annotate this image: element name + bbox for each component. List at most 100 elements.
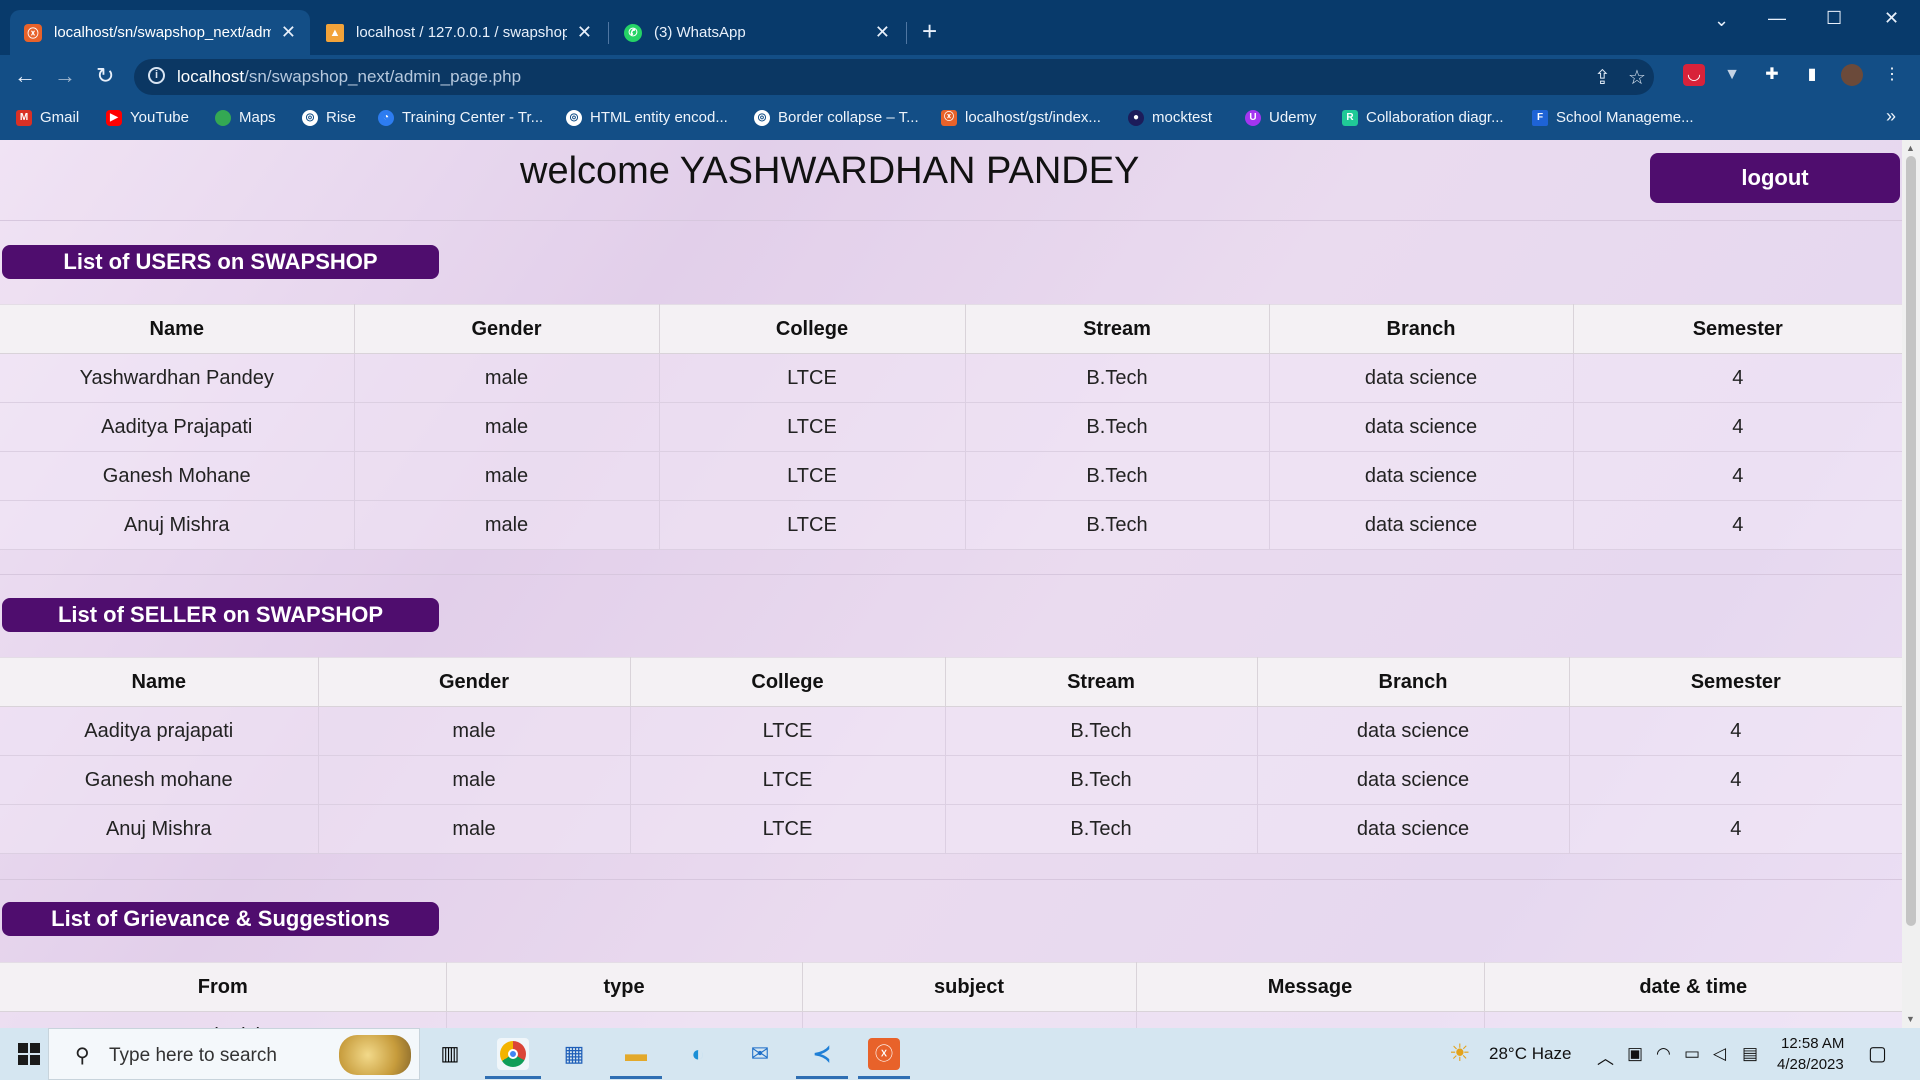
bookmark-maps[interactable]: Maps bbox=[215, 109, 276, 126]
users-section-title: List of USERS on SWAPSHOP bbox=[2, 245, 439, 279]
cell-gender: male bbox=[354, 402, 660, 452]
tab-admin-page[interactable]: ⓧ localhost/sn/swapshop_next/admi ✕ bbox=[10, 10, 310, 55]
edge-icon[interactable]: ◐ bbox=[682, 1038, 714, 1070]
side-panel-icon[interactable]: ▮ bbox=[1801, 64, 1823, 86]
column-header-gender: Gender bbox=[318, 657, 631, 707]
site-info-icon[interactable]: i bbox=[148, 67, 165, 84]
bookmark-star-icon[interactable]: ☆ bbox=[1628, 65, 1646, 90]
training-center-icon: ◔ bbox=[378, 109, 394, 126]
cell-date-time bbox=[1484, 1011, 1902, 1028]
bookmarks-overflow-icon[interactable]: » bbox=[1886, 106, 1896, 127]
tab-whatsapp[interactable]: ✆ (3) WhatsApp ✕ bbox=[610, 10, 904, 55]
logout-button[interactable]: logout bbox=[1650, 153, 1900, 203]
profile-avatar[interactable] bbox=[1841, 64, 1863, 86]
microsoft-store-icon[interactable]: ▦ bbox=[558, 1038, 590, 1070]
extensions-puzzle-icon[interactable]: ✚ bbox=[1761, 64, 1783, 86]
url-host: localhost bbox=[177, 67, 245, 86]
xampp-icon: ⓧ bbox=[941, 109, 957, 126]
tab-separator bbox=[906, 22, 907, 44]
weather-haze-icon[interactable]: ☀ bbox=[1449, 1039, 1471, 1068]
admin-page: welcome YASHWARDHAN PANDEY logout List o… bbox=[0, 140, 1902, 1028]
close-tab-icon[interactable]: ✕ bbox=[875, 22, 890, 43]
search-placeholder: Type here to search bbox=[109, 1045, 277, 1066]
tray-chevron-up-icon[interactable]: ︿ bbox=[1597, 1044, 1614, 1069]
file-explorer-icon[interactable]: ▬ bbox=[620, 1038, 652, 1070]
bookmark-localhost-gst[interactable]: ⓧ localhost/gst/index... bbox=[941, 109, 1101, 126]
section-divider bbox=[0, 879, 1902, 880]
reload-icon[interactable]: ↻ bbox=[96, 63, 114, 89]
notifications-icon[interactable]: ▢ bbox=[1868, 1041, 1887, 1066]
cell-subject bbox=[802, 1011, 1137, 1028]
weather-text[interactable]: 28°C Haze bbox=[1489, 1044, 1571, 1064]
bookmark-training-center[interactable]: ◔ Training Center - Tr... bbox=[378, 109, 543, 126]
vue-extension-icon[interactable]: ▼ bbox=[1721, 64, 1743, 86]
column-header-semester: Semester bbox=[1573, 304, 1902, 354]
cell-gender: male bbox=[354, 451, 660, 501]
mocktest-icon: ● bbox=[1128, 109, 1144, 126]
tab-search-chevron-icon[interactable]: ⌄ bbox=[1714, 10, 1729, 31]
cell-name: Yashwardhan Pandey bbox=[0, 353, 355, 403]
chrome-taskbar-icon[interactable] bbox=[497, 1038, 529, 1070]
bookmark-html-entity[interactable]: ◎ HTML entity encod... bbox=[566, 109, 728, 126]
cell-gender: male bbox=[318, 804, 631, 854]
bookmark-label: YouTube bbox=[130, 109, 189, 126]
globe-icon: ◎ bbox=[754, 109, 770, 126]
forward-arrow-icon[interactable]: → bbox=[54, 63, 76, 89]
wifi-icon[interactable]: ◠ bbox=[1656, 1044, 1671, 1064]
close-window-icon[interactable]: ✕ bbox=[1884, 8, 1899, 29]
bookmark-rise[interactable]: ◎ Rise bbox=[302, 109, 356, 126]
cell-name: Ganesh mohane bbox=[0, 755, 319, 805]
tray-app-icon[interactable]: ▣ bbox=[1627, 1044, 1643, 1064]
cell-college: LTCE bbox=[659, 402, 966, 452]
volume-icon[interactable]: ◁ bbox=[1713, 1044, 1726, 1064]
xampp-taskbar-icon[interactable]: ⓧ bbox=[868, 1038, 900, 1070]
bookmark-youtube[interactable]: ▶ YouTube bbox=[106, 109, 189, 126]
back-arrow-icon[interactable]: ← bbox=[14, 63, 36, 89]
column-header-from: From bbox=[0, 962, 447, 1012]
pocket-extension-icon[interactable]: ◡ bbox=[1683, 64, 1705, 86]
cell-semester: 4 bbox=[1569, 804, 1902, 854]
youtube-icon: ▶ bbox=[106, 109, 122, 126]
bookmark-border-collapse[interactable]: ◎ Border collapse – T... bbox=[754, 109, 919, 126]
task-view-icon[interactable]: ▥ bbox=[434, 1038, 466, 1070]
bookmark-udemy[interactable]: U Udemy bbox=[1245, 109, 1317, 126]
collaboration-diagram-icon: R bbox=[1342, 109, 1358, 126]
cell-stream: B.Tech bbox=[965, 451, 1270, 501]
language-icon[interactable]: ▤ bbox=[1742, 1044, 1758, 1064]
page-scrollbar[interactable]: ▲ ▼ bbox=[1902, 140, 1920, 1028]
maximize-icon[interactable]: ☐ bbox=[1826, 8, 1842, 29]
scrollbar-thumb[interactable] bbox=[1906, 156, 1916, 926]
scroll-up-arrow-icon[interactable]: ▲ bbox=[1906, 143, 1915, 153]
share-icon[interactable]: ⇪ bbox=[1594, 65, 1611, 90]
xampp-running-indicator bbox=[858, 1076, 910, 1079]
battery-icon[interactable]: ▭ bbox=[1684, 1044, 1700, 1064]
bookmarks-bar: M Gmail ▶ YouTube Maps ◎ Rise ◔ Training Cen… bbox=[0, 98, 1920, 140]
cell-from: Anuj Mish bbox=[0, 1011, 447, 1028]
vscode-icon[interactable]: ≺ bbox=[806, 1038, 838, 1070]
bookmark-mocktest[interactable]: ● mocktest bbox=[1128, 109, 1212, 126]
tab-phpmyadmin[interactable]: ▲ localhost / 127.0.0.1 / swapshop_ ✕ bbox=[312, 10, 606, 55]
bookmark-school-management[interactable]: F School Manageme... bbox=[1532, 109, 1694, 126]
tab-title: localhost / 127.0.0.1 / swapshop_ bbox=[356, 24, 567, 41]
cell-branch: data science bbox=[1269, 353, 1574, 403]
clock-time[interactable]: 12:58 AM bbox=[1781, 1035, 1844, 1052]
column-header-name: Name bbox=[0, 657, 319, 707]
windows-start-icon[interactable] bbox=[18, 1043, 40, 1065]
mail-icon[interactable]: ✉ bbox=[744, 1038, 776, 1070]
column-header-stream: Stream bbox=[965, 304, 1270, 354]
new-tab-plus-icon[interactable]: + bbox=[922, 16, 937, 47]
clock-date[interactable]: 4/28/2023 bbox=[1777, 1056, 1844, 1073]
users-table: Name Gender College Stream Branch Semest… bbox=[0, 304, 1902, 550]
tab-separator bbox=[608, 22, 609, 44]
bookmark-gmail[interactable]: M Gmail bbox=[16, 109, 79, 126]
bookmark-collaboration-diagram[interactable]: R Collaboration diagr... bbox=[1342, 109, 1504, 126]
browser-menu-icon[interactable]: ⋮ bbox=[1881, 64, 1903, 86]
close-tab-icon[interactable]: ✕ bbox=[577, 22, 592, 43]
taskbar-search-box[interactable]: ⚲ Type here to search bbox=[48, 1028, 420, 1080]
close-tab-icon[interactable]: ✕ bbox=[281, 22, 296, 43]
scroll-down-arrow-icon[interactable]: ▼ bbox=[1906, 1014, 1915, 1024]
cell-college: LTCE bbox=[630, 804, 946, 854]
minimize-icon[interactable]: — bbox=[1768, 8, 1786, 29]
address-bar[interactable]: i localhost/sn/swapshop_next/admin_page.… bbox=[134, 59, 1654, 95]
users-table-header: Name Gender College Stream Branch Semest… bbox=[0, 304, 1902, 354]
